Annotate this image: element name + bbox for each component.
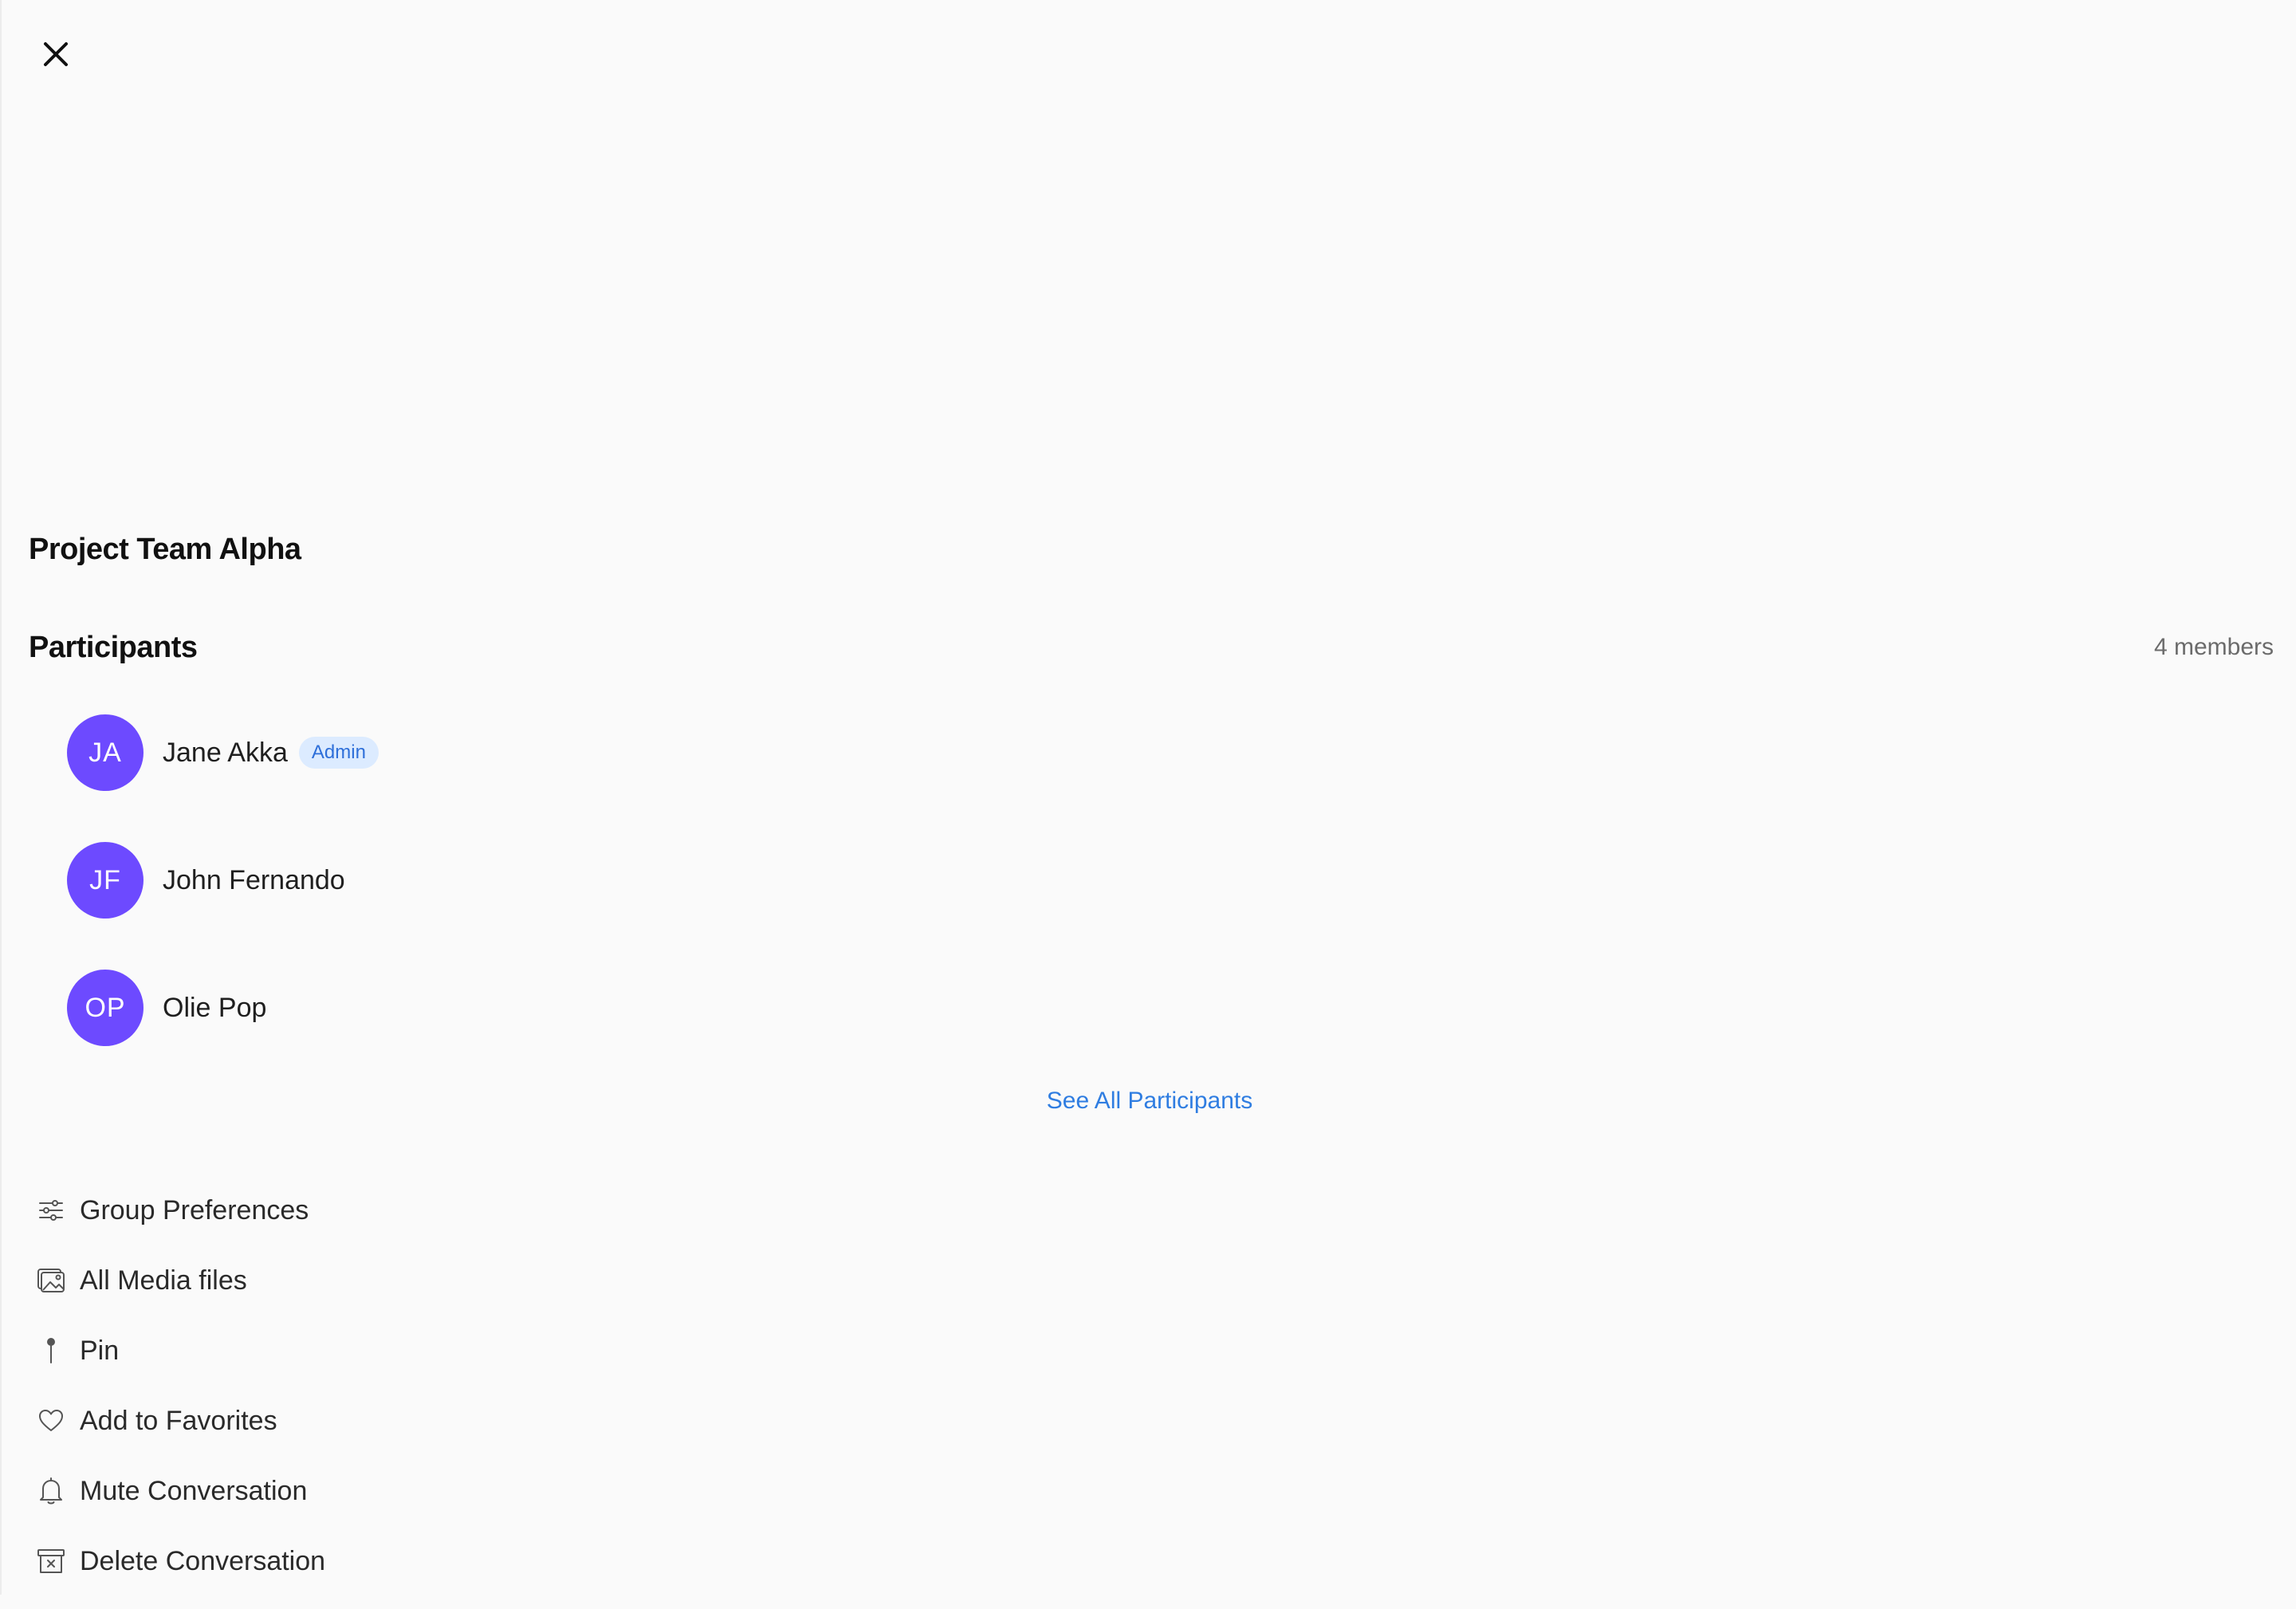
- menu-item-label: Add to Favorites: [80, 1405, 277, 1436]
- participant-name: John Fernando: [163, 864, 345, 895]
- menu-item-group-preferences[interactable]: Group Preferences: [35, 1188, 325, 1233]
- sliders-icon: [35, 1194, 67, 1226]
- pin-icon: [35, 1335, 67, 1367]
- avatar: JA: [67, 714, 144, 791]
- participant-item[interactable]: OP Olie Pop: [67, 970, 379, 1046]
- participants-header: Participants 4 members: [29, 625, 2274, 670]
- avatar: JF: [67, 842, 144, 919]
- participant-list: JA Jane Akka Admin JF John Fernando OP O…: [67, 714, 379, 1097]
- group-title: Project Team Alpha: [29, 533, 301, 566]
- participant-name: Olie Pop: [163, 992, 267, 1023]
- menu-item-label: Delete Conversation: [80, 1545, 326, 1576]
- menu-item-label: All Media files: [80, 1265, 247, 1296]
- see-all-participants-link[interactable]: See All Participants: [2, 1088, 2296, 1115]
- participant-item[interactable]: JA Jane Akka Admin: [67, 714, 379, 791]
- participant-item[interactable]: JF John Fernando: [67, 842, 379, 919]
- menu-item-pin[interactable]: Pin: [35, 1328, 325, 1373]
- avatar: OP: [67, 970, 144, 1046]
- menu-item-mute-conversation[interactable]: Mute Conversation: [35, 1469, 325, 1513]
- menu-item-label: Pin: [80, 1335, 120, 1366]
- archive-icon: [35, 1545, 67, 1577]
- menu-item-all-media-files[interactable]: All Media files: [35, 1258, 325, 1303]
- close-button[interactable]: [33, 32, 78, 77]
- participants-title: Participants: [29, 630, 198, 664]
- heart-icon: [35, 1405, 67, 1437]
- menu-item-delete-conversation[interactable]: Delete Conversation: [35, 1539, 325, 1583]
- menu-item-add-to-favorites[interactable]: Add to Favorites: [35, 1399, 325, 1443]
- close-icon: [41, 40, 70, 69]
- media-icon: [35, 1265, 67, 1296]
- conversation-menu: Group Preferences All Media files Pin Ad…: [35, 1188, 325, 1609]
- member-count: 4 members: [2153, 634, 2274, 660]
- menu-item-label: Mute Conversation: [80, 1475, 308, 1506]
- participant-name: Jane Akka: [163, 737, 288, 768]
- conversation-details-panel: Project Team Alpha Participants 4 member…: [0, 0, 2296, 1595]
- admin-badge: Admin: [298, 737, 379, 769]
- menu-item-label: Group Preferences: [80, 1194, 309, 1225]
- bell-icon: [35, 1475, 67, 1507]
